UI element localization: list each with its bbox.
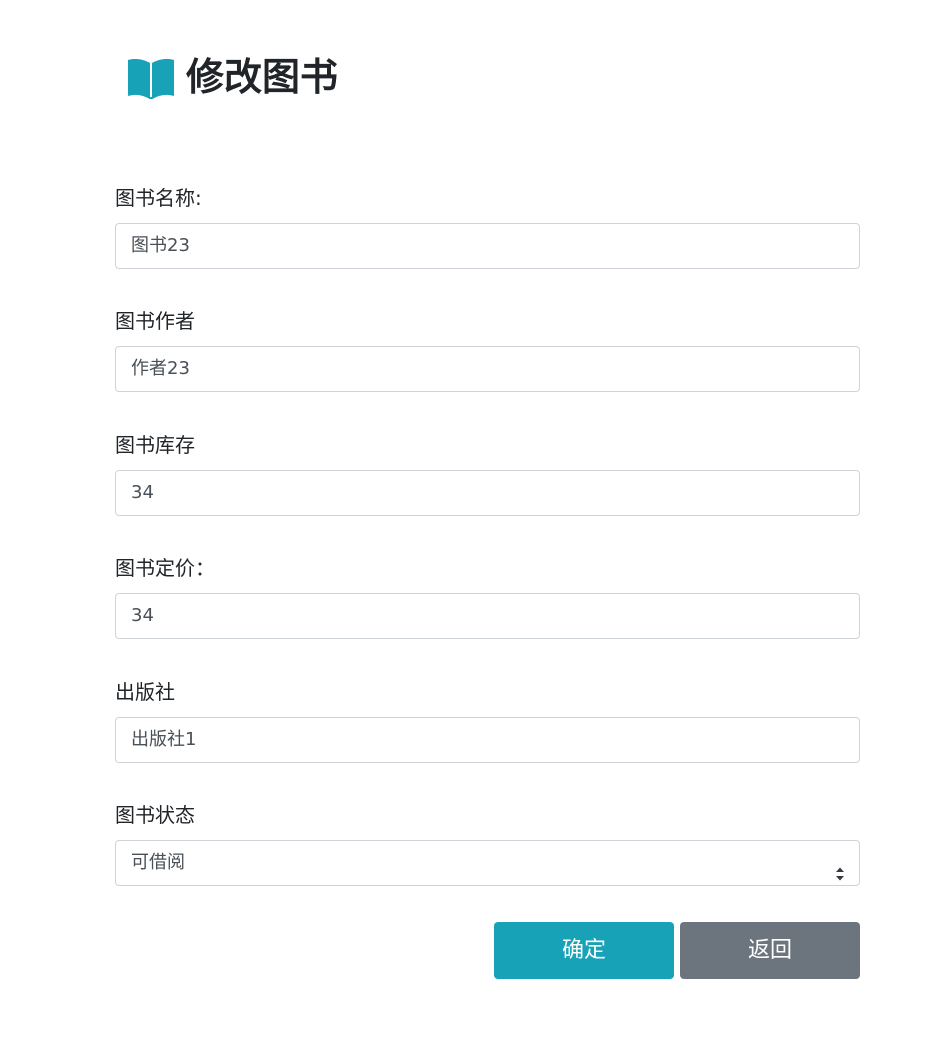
book-stock-label: 图书库存 <box>115 433 195 457</box>
publisher-input[interactable]: 出版社1 <box>115 717 860 763</box>
book-author-group: 图书作者 作者23 <box>115 307 860 392</box>
book-stock-group: 图书库存 34 <box>115 431 860 516</box>
book-status-selected: 可借阅 <box>131 852 185 873</box>
book-author-input[interactable]: 作者23 <box>115 346 860 392</box>
book-name-group: 图书名称: 图书23 <box>115 184 860 269</box>
publisher-label: 出版社 <box>115 680 175 704</box>
book-status-label: 图书状态 <box>115 803 195 827</box>
publisher-group: 出版社 出版社1 <box>115 678 860 763</box>
book-name-input[interactable]: 图书23 <box>115 223 860 269</box>
book-status-group: 图书状态 可借阅 <box>115 801 860 886</box>
page-header: 修改图书 <box>126 52 338 102</box>
select-arrows-icon <box>835 855 845 881</box>
confirm-button[interactable]: 确定 <box>494 922 674 979</box>
back-button[interactable]: 返回 <box>680 922 860 979</box>
book-price-label: 图书定价： <box>115 556 215 580</box>
book-price-group: 图书定价： 34 <box>115 554 860 639</box>
book-open-icon <box>126 55 176 99</box>
book-author-label: 图书作者 <box>115 309 195 333</box>
book-stock-input[interactable]: 34 <box>115 470 860 516</box>
book-price-input[interactable]: 34 <box>115 593 860 639</box>
book-status-select[interactable]: 可借阅 <box>115 840 860 886</box>
book-name-label: 图书名称: <box>115 186 202 210</box>
page-title: 修改图书 <box>186 55 339 99</box>
